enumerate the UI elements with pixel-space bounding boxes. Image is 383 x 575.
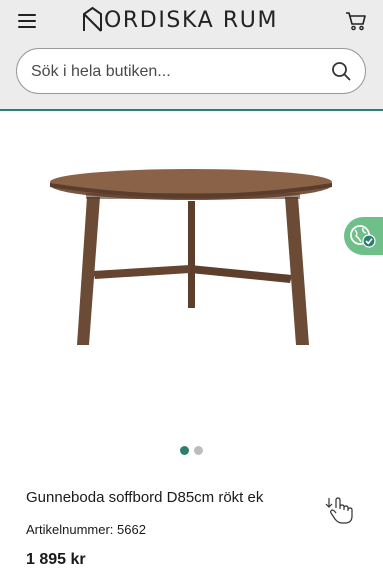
eco-badge[interactable] [344,217,383,255]
hand-pointer-icon[interactable] [322,496,356,526]
brand-logo[interactable]: ORDISKA RUM [82,6,302,36]
product-image[interactable] [0,113,383,433]
search-bar[interactable] [16,48,366,95]
search-input[interactable] [29,49,333,95]
carousel-indicator [180,446,210,456]
brand-name: ORDISKA RUM [104,8,279,33]
logo-house-n-icon [83,6,102,32]
coffee-table-image [50,169,332,345]
carousel-dot-2[interactable] [194,446,203,455]
site-header: ORDISKA RUM [0,0,383,111]
hamburger-menu-icon[interactable] [18,14,36,28]
carousel-dot-1[interactable] [180,446,189,455]
product-page: ORDISKA RUM Sök i hela butiken... Gunneb… [0,0,383,575]
globe-check-icon [350,225,376,248]
product-title: Gunneboda soffbord D85cm rökt ek [26,489,264,506]
shopping-cart-icon[interactable] [345,11,367,31]
search-icon[interactable] [331,61,351,81]
product-price: 1 895 kr [26,551,86,568]
article-number: Artikelnummer: 5662 [26,522,146,537]
